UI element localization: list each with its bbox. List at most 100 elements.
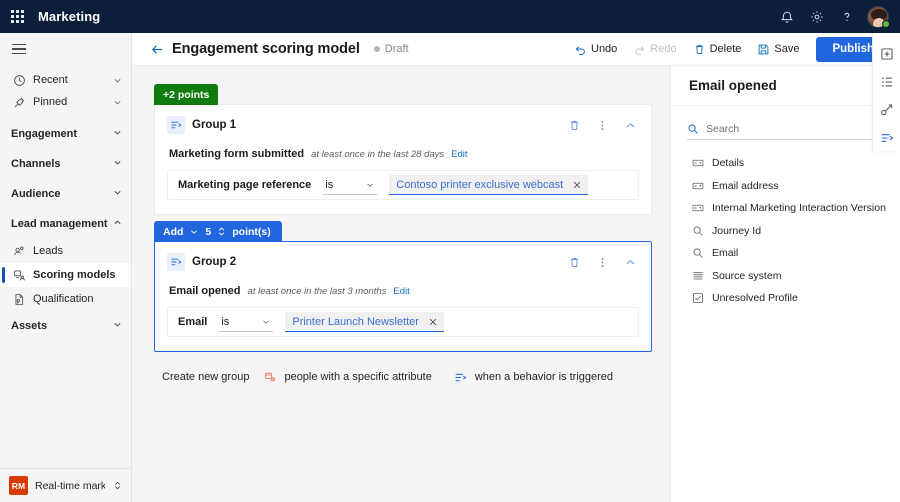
group-card[interactable]: Group 2 Email opened at least once in th… (154, 241, 652, 352)
add-panel-icon[interactable] (874, 41, 900, 67)
sidebar-item-pinned[interactable]: Pinned (0, 91, 131, 113)
list-item-unresolved-profile[interactable]: Unresolved Profile (671, 287, 900, 310)
group-card-header: Group 2 (167, 251, 639, 273)
scoring-icon (11, 267, 27, 283)
list-item-internal-marketing-interaction-version[interactable]: Internal Marketing Interaction Version (671, 197, 900, 220)
points-spinner-icon[interactable] (217, 226, 226, 237)
app-launcher-icon[interactable] (0, 0, 34, 33)
sidebar-group-channels[interactable]: Channels (0, 149, 131, 179)
group-card[interactable]: Group 1 Marketing form submitted at leas… (154, 104, 652, 215)
list-item-source-system[interactable]: Source system (671, 265, 900, 288)
condition-row[interactable]: Marketing page reference is Contoso prin… (167, 170, 639, 200)
list-item-details[interactable]: Details (671, 152, 900, 175)
right-panel-title: Email opened (689, 78, 777, 93)
group-points-badge[interactable]: Add 5 point(s) (154, 221, 282, 242)
pin-icon (11, 94, 27, 110)
remove-value-icon[interactable] (428, 317, 438, 327)
behavior-icon (454, 370, 468, 384)
trigger-panel-icon[interactable] (873, 125, 900, 151)
condition-row[interactable]: Email is Printer Launch Newsletter (167, 307, 639, 337)
more-options-icon[interactable] (593, 253, 611, 271)
sidebar-group-label: Lead management (11, 218, 108, 230)
chevron-down-icon[interactable] (112, 157, 123, 171)
create-group-attribute-option[interactable]: people with a specific attribute (263, 370, 432, 384)
chevron-down-icon[interactable] (261, 317, 271, 327)
help-question-icon[interactable] (832, 0, 862, 33)
chevron-updown-icon[interactable] (112, 480, 123, 491)
sidebar-group-label: Engagement (11, 128, 78, 140)
list-item-label: Journey Id (712, 224, 762, 237)
sidebar-group-label: Channels (11, 158, 61, 170)
sidebar-hamburger-icon[interactable] (0, 33, 131, 65)
group-title: Group 1 (192, 119, 237, 131)
back-arrow-icon[interactable] (146, 38, 168, 60)
sidebar-group-assets[interactable]: Assets (0, 311, 131, 341)
list-item-email-address[interactable]: Email address (671, 175, 900, 198)
scoring-canvas: +2 points Group 1 Marketing form submitt… (132, 66, 670, 502)
create-group-behavior-option[interactable]: when a behavior is triggered (454, 370, 613, 384)
conditions-panel-icon[interactable] (874, 97, 900, 123)
undo-label: Undo (591, 43, 618, 55)
search-input[interactable] (706, 122, 886, 135)
sidebar-group-engagement[interactable]: Engagement (0, 119, 131, 149)
chevron-down-icon[interactable] (112, 319, 123, 333)
scoring-group-2: Add 5 point(s) Group 2 Email opened at l… (154, 221, 652, 352)
environment-name: Real-time marketi... (35, 479, 105, 492)
condition-value: Printer Launch Newsletter (292, 315, 419, 328)
condition-operator-select[interactable]: is (219, 312, 274, 332)
collapse-group-icon[interactable] (621, 253, 639, 271)
delete-group-icon[interactable] (565, 253, 583, 271)
list-item-journey-id[interactable]: Journey Id (671, 220, 900, 243)
redo-icon (633, 43, 646, 56)
undo-button[interactable]: Undo (567, 37, 624, 61)
right-panel-search[interactable] (687, 118, 886, 140)
sidebar-item-qualification[interactable]: Qualification (0, 287, 131, 311)
save-button[interactable]: Save (750, 37, 806, 61)
environment-switcher[interactable]: RM Real-time marketi... (0, 468, 131, 502)
chevron-up-icon[interactable] (112, 217, 123, 231)
status-badge: Draft (373, 43, 409, 55)
status-label: Draft (384, 43, 409, 55)
group-points-badge[interactable]: +2 points (154, 84, 219, 105)
list-item-label: Source system (712, 269, 782, 282)
save-label: Save (774, 43, 800, 55)
settings-gear-icon[interactable] (802, 0, 832, 33)
more-options-icon[interactable] (593, 116, 611, 134)
sidebar-group-audience[interactable]: Audience (0, 179, 131, 209)
list-panel-icon[interactable] (874, 69, 900, 95)
group-card-actions (565, 116, 639, 134)
text-field-icon (691, 179, 704, 192)
collapse-group-icon[interactable] (621, 116, 639, 134)
sidebar-item-recent[interactable]: Recent (0, 69, 131, 91)
chevron-down-icon[interactable] (112, 75, 123, 86)
canvas-wrap: +2 points Group 1 Marketing form submitt… (132, 66, 900, 502)
chevron-down-icon[interactable] (112, 97, 123, 108)
chevron-down-icon[interactable] (365, 180, 375, 190)
list-item-email[interactable]: Email (671, 242, 900, 265)
delete-group-icon[interactable] (565, 116, 583, 134)
remove-value-icon[interactable] (572, 180, 582, 190)
group-title: Group 2 (192, 256, 237, 268)
text-field-icon (691, 202, 704, 215)
chevron-down-icon[interactable] (112, 127, 123, 141)
sidebar-group-lead-management[interactable]: Lead management (0, 209, 131, 239)
sidebar-item-label: Recent (33, 74, 68, 86)
search-icon (687, 123, 699, 135)
condition-operator-select[interactable]: is (323, 175, 378, 195)
delete-button[interactable]: Delete (686, 37, 749, 61)
sidebar-nav: Recent Pinned Engagement Channels Audien… (0, 65, 131, 468)
condition-value-pill[interactable]: Printer Launch Newsletter (285, 312, 444, 332)
user-avatar[interactable] (862, 0, 893, 33)
sidebar-item-leads[interactable]: Leads (0, 239, 131, 263)
redo-button[interactable]: Redo (626, 37, 683, 61)
trigger-frequency: at least once in the last 28 days (311, 149, 445, 160)
condition-value-pill[interactable]: Contoso printer exclusive webcast (389, 175, 589, 195)
edit-trigger-link[interactable]: Edit (451, 149, 467, 160)
sidebar-item-scoring-models[interactable]: Scoring models (0, 263, 131, 287)
edit-trigger-link[interactable]: Edit (393, 286, 409, 297)
chevron-down-icon[interactable] (189, 227, 199, 237)
chevron-down-icon[interactable] (112, 187, 123, 201)
group-points-unit: point(s) (232, 225, 271, 238)
notification-bell-icon[interactable] (772, 0, 802, 33)
right-panel: Email opened Search Details Email addres… (670, 66, 900, 502)
